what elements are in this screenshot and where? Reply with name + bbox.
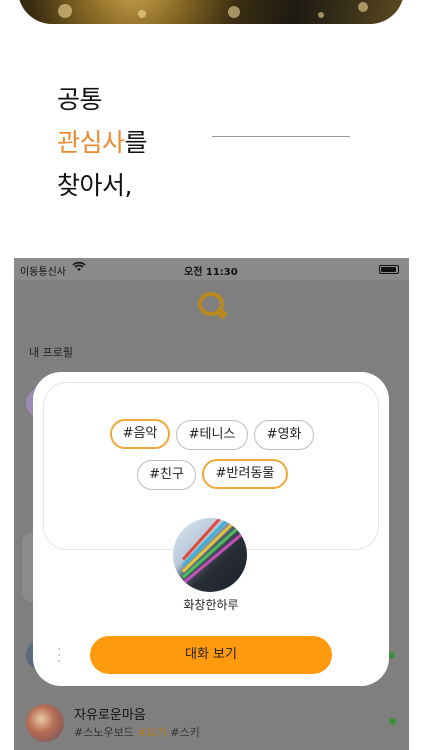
chip-movie[interactable]: #영화: [254, 420, 314, 450]
more-vertical-icon[interactable]: · · ·: [57, 643, 61, 669]
app-logo-icon: [198, 292, 224, 316]
online-dot-icon: [389, 718, 396, 725]
list-item-tags: #스노우보드 #요가 #스키: [74, 724, 200, 740]
chip-tennis[interactable]: #테니스: [176, 420, 248, 450]
status-bar: 이동통신사 오전 11:30: [14, 258, 409, 280]
headline: 공통 관심사를 찾아서,: [57, 78, 148, 207]
carrier-label: 이동통신사: [20, 267, 66, 278]
wifi-icon: [72, 261, 86, 275]
view-chat-button[interactable]: 대화 보기: [90, 636, 332, 674]
partner-avatar: [173, 518, 247, 592]
status-time: 오전 11:30: [184, 267, 238, 278]
headline-accent: 관심사: [57, 128, 125, 157]
chip-music[interactable]: #음악: [110, 419, 170, 449]
headline-line-1: 공통: [57, 85, 103, 114]
list-item-tag: #스키: [170, 726, 200, 739]
header-banner-image: [18, 0, 404, 24]
partner-nickname: 화창한하루: [183, 598, 239, 612]
battery-icon: [379, 265, 399, 274]
list-item-tag: #스노우보드: [74, 726, 134, 739]
list-item-name: 자유로운마음: [74, 708, 146, 723]
list-item-avatar: [26, 704, 64, 742]
match-modal: #음악 #테니스 #영화 #친구 #반려동물 화창한하루 · · · 대화 보기: [33, 372, 389, 686]
headline-line-3: 찾아서,: [57, 171, 132, 200]
headline-line-2-rest: 를: [124, 128, 148, 157]
my-profile-label: 내 프로필: [29, 346, 73, 359]
headline-line-2: 관심사를: [57, 121, 148, 164]
list-item[interactable]: 자유로운마음 #스노우보드 #요가 #스키: [26, 702, 396, 746]
chip-pet[interactable]: #반려동물: [202, 459, 288, 489]
online-dot-icon: [388, 652, 395, 659]
list-item-tag-highlighted: #요가: [137, 726, 167, 739]
divider-line: [212, 136, 350, 137]
chip-friend[interactable]: #친구: [137, 460, 196, 490]
